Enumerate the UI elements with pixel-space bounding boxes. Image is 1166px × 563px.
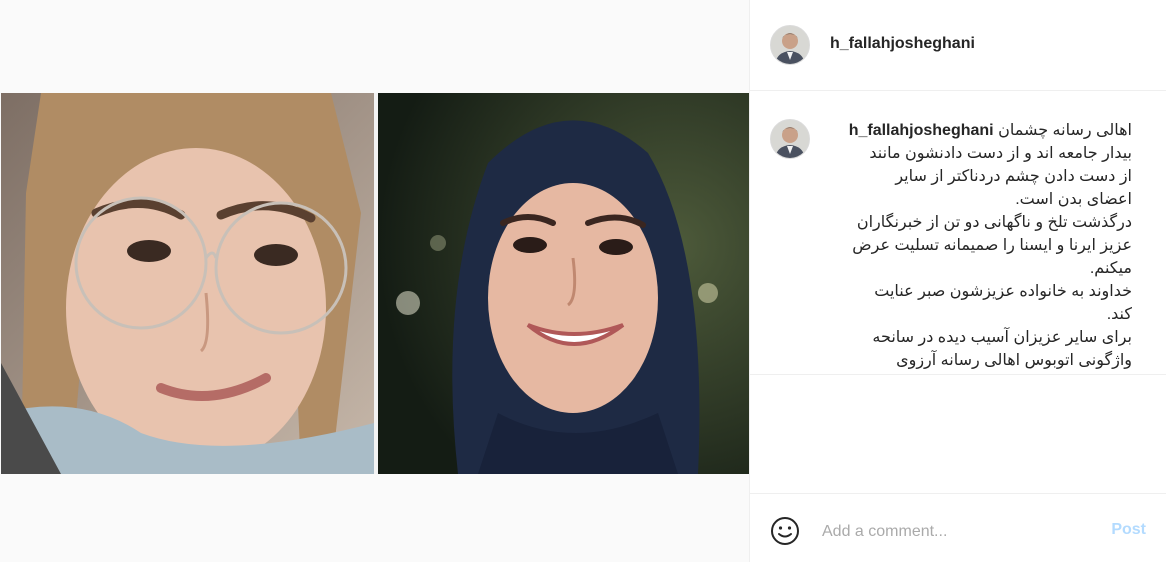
post-header: h_fallahjosheghani	[750, 0, 1166, 91]
caption-line: میکنم.	[1089, 260, 1132, 277]
comment-input[interactable]	[820, 521, 1084, 543]
comment-bar: Post	[750, 493, 1166, 563]
caption-line: عزیز ایرنا و ایسنا را صمیمانه تسلیت عرض	[852, 237, 1132, 254]
smiley-icon[interactable]	[770, 516, 800, 546]
avatar[interactable]	[770, 119, 810, 159]
caption-username[interactable]: h_fallahjosheghani	[849, 122, 994, 139]
post-button[interactable]: Post	[1111, 521, 1146, 539]
caption-line: اهالی رسانه چشمان h_fallahjosheghani	[832, 119, 1132, 142]
avatar[interactable]	[770, 25, 810, 65]
caption-line: کند.	[1106, 306, 1132, 323]
caption-line: خداوند به خانواده عزیزشون صبر عنایت	[874, 283, 1132, 300]
caption-line: درگذشت تلخ و ناگهانی دو تن از خبرنگاران	[856, 214, 1132, 231]
caption-line: بیدار جامعه اند و از دست دادنشون مانند	[869, 145, 1132, 162]
caption-text: اهالی رسانه چشمان	[998, 122, 1132, 139]
post-photo-left	[1, 93, 374, 474]
post-photo-right	[378, 93, 749, 474]
post-side-panel: h_fallahjosheghani اهالی رسانه چشمان h_f…	[750, 0, 1166, 562]
comments-section: اهالی رسانه چشمان h_fallahjosheghani بید…	[750, 91, 1166, 375]
header-username[interactable]: h_fallahjosheghani	[830, 35, 975, 53]
post-media	[0, 0, 750, 562]
caption-line: اعضای بدن است.	[1015, 191, 1132, 208]
post-caption: اهالی رسانه چشمان h_fallahjosheghani بید…	[832, 119, 1132, 372]
caption-line: واژگونی اتوبوس اهالی رسانه آرزوی	[896, 352, 1132, 369]
caption-line: برای سایر عزیزان آسیب دیده در سانحه	[872, 329, 1132, 346]
caption-line: از دست دادن چشم دردناکتر از سایر	[895, 168, 1132, 185]
